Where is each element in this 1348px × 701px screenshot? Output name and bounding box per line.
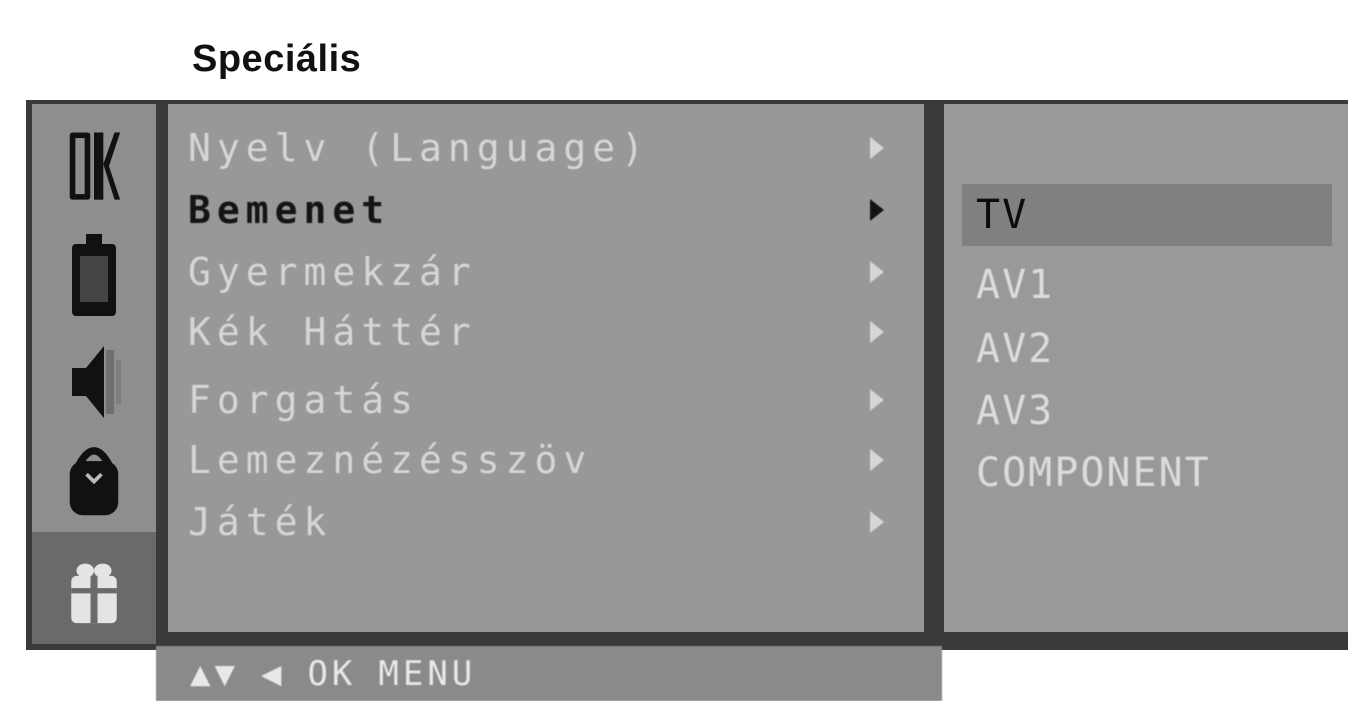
menu-item-game[interactable]: Játék (188, 494, 908, 550)
right-arrow-icon (862, 120, 892, 176)
menu-item-label: Bemenet (188, 188, 391, 232)
menu-item-disc-text[interactable]: Lemeznézésszöv (188, 432, 908, 488)
submenu-item-av1[interactable]: AV1 (962, 254, 1332, 316)
menu-item-label: Gyermekzár (188, 250, 477, 294)
submenu-item-av2[interactable]: AV2 (962, 318, 1332, 380)
right-arrow-icon (862, 494, 892, 550)
menu-item-rotation[interactable]: Forgatás (188, 372, 908, 428)
right-arrow-icon (862, 372, 892, 428)
speaker-icon[interactable] (66, 336, 122, 428)
submenu-item-av3[interactable]: AV3 (962, 380, 1332, 442)
menu-hint: MENU (378, 653, 477, 694)
menu-item-blue-background[interactable]: Kék Háttér (188, 304, 908, 360)
navigation-hint-bar: ▲▼ ◀ OK MENU (156, 646, 942, 701)
submenu-item-tv[interactable]: TV (962, 184, 1332, 246)
category-sidebar (32, 104, 156, 644)
ok-hint: OK (307, 653, 357, 694)
menu-item-label: Kék Háttér (188, 310, 477, 354)
menu-item-parental-lock[interactable]: Gyermekzár (188, 244, 908, 300)
page-title: Speciális (192, 38, 362, 80)
right-arrow-icon (862, 304, 892, 360)
ok-text-icon[interactable] (66, 124, 122, 210)
up-down-arrows-icon: ▲▼ (190, 653, 239, 694)
menu-item-label: Játék (188, 500, 333, 544)
menu-item-input[interactable]: Bemenet (188, 182, 908, 238)
right-arrow-icon (862, 182, 892, 238)
menu-item-label: Lemeznézésszöv (188, 438, 593, 482)
menu-item-language[interactable]: Nyelv (Language) (188, 120, 908, 176)
right-arrow-icon (862, 244, 892, 300)
menu-item-label: Forgatás (188, 378, 420, 422)
gift-icon[interactable] (66, 544, 122, 634)
left-arrow-icon: ◀ (260, 653, 286, 694)
settings-menu: Nyelv (Language) Bemenet Gyermekzár Kék … (168, 104, 924, 632)
menu-item-label: Nyelv (Language) (188, 126, 651, 170)
input-submenu: TV AV1 AV2 AV3 COMPONENT (944, 104, 1348, 632)
submenu-item-component[interactable]: COMPONENT (962, 442, 1332, 504)
right-arrow-icon (862, 432, 892, 488)
disc-icon[interactable] (66, 230, 122, 322)
lock-icon[interactable] (66, 430, 122, 522)
